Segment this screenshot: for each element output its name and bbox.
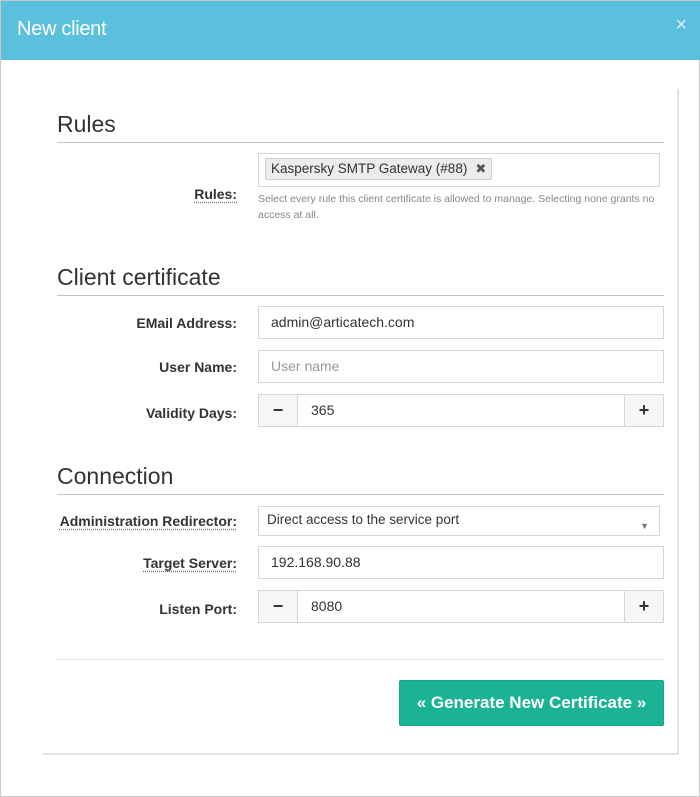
plus-icon[interactable]: + [624,395,663,426]
minus-icon[interactable]: − [259,395,298,426]
section-divider [57,494,664,495]
redirector-select[interactable]: Direct access to the service port ▼ [258,506,660,536]
email-field[interactable]: admin@articatech.com [258,306,664,339]
username-field[interactable]: User name [258,350,664,383]
chevron-down-icon: ▼ [640,521,649,531]
rules-tag-input[interactable]: Kaspersky SMTP Gateway (#88) ✖ [258,153,660,187]
validity-label: Validity Days: [145,405,237,421]
generate-certificate-button[interactable]: « Generate New Certificate » [399,680,664,726]
section-divider [57,295,664,296]
modal-header: New client × [1,1,700,60]
plus-icon[interactable]: + [624,591,663,622]
username-label: User Name: [159,359,237,375]
validity-stepper: − 365 + [258,394,664,427]
section-title-rules: Rules [57,111,116,137]
redirector-label: Administration Redirector: [59,513,237,529]
email-label: EMail Address: [136,315,237,331]
rules-label: Rules: [194,186,237,202]
redirector-selected-value: Direct access to the service port [267,512,460,527]
rule-tag-label: Kaspersky SMTP Gateway (#88) [271,161,468,176]
target-server-field[interactable]: 192.168.90.88 [258,546,664,579]
listen-port-label: Listen Port: [159,601,237,617]
section-divider [57,142,664,143]
listen-port-stepper: − 8080 + [258,590,664,623]
close-icon[interactable]: × [675,15,687,35]
rule-tag: Kaspersky SMTP Gateway (#88) ✖ [265,158,493,180]
target-server-label: Target Server: [143,555,237,571]
section-title-connection: Connection [57,463,174,489]
minus-icon[interactable]: − [259,591,298,622]
new-client-modal: New client × Rules Rules: Kaspersky SMTP… [0,0,700,797]
remove-tag-icon[interactable]: ✖ [475,159,486,179]
rules-help-text: Select every rule this client certificat… [258,193,655,221]
modal-title: New client [17,18,107,40]
section-title-certificate: Client certificate [57,264,221,290]
footer-divider [57,659,664,660]
listen-port-value[interactable]: 8080 [311,591,342,622]
validity-value[interactable]: 365 [311,395,334,426]
